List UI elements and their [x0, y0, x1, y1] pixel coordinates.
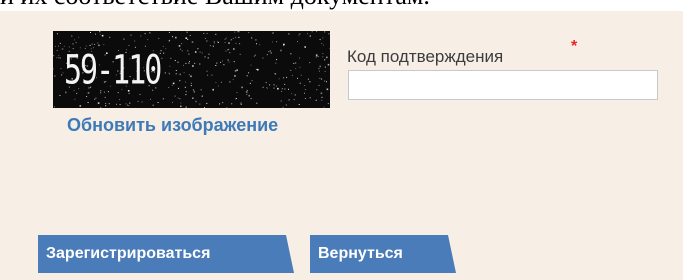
captcha-text: 59-110: [64, 46, 162, 95]
refresh-image-link[interactable]: Обновить изображение: [67, 115, 278, 136]
register-button[interactable]: Зарегистрироваться: [38, 235, 294, 273]
top-text-fragment: и их соответствие Вашим документам.: [0, 0, 691, 11]
captcha-image: 59-110: [53, 31, 330, 108]
confirmation-code-label: Код подтверждения: [347, 47, 504, 66]
confirmation-code-input[interactable]: [348, 70, 658, 100]
back-button[interactable]: Вернуться: [310, 235, 456, 273]
required-marker: *: [571, 38, 578, 55]
